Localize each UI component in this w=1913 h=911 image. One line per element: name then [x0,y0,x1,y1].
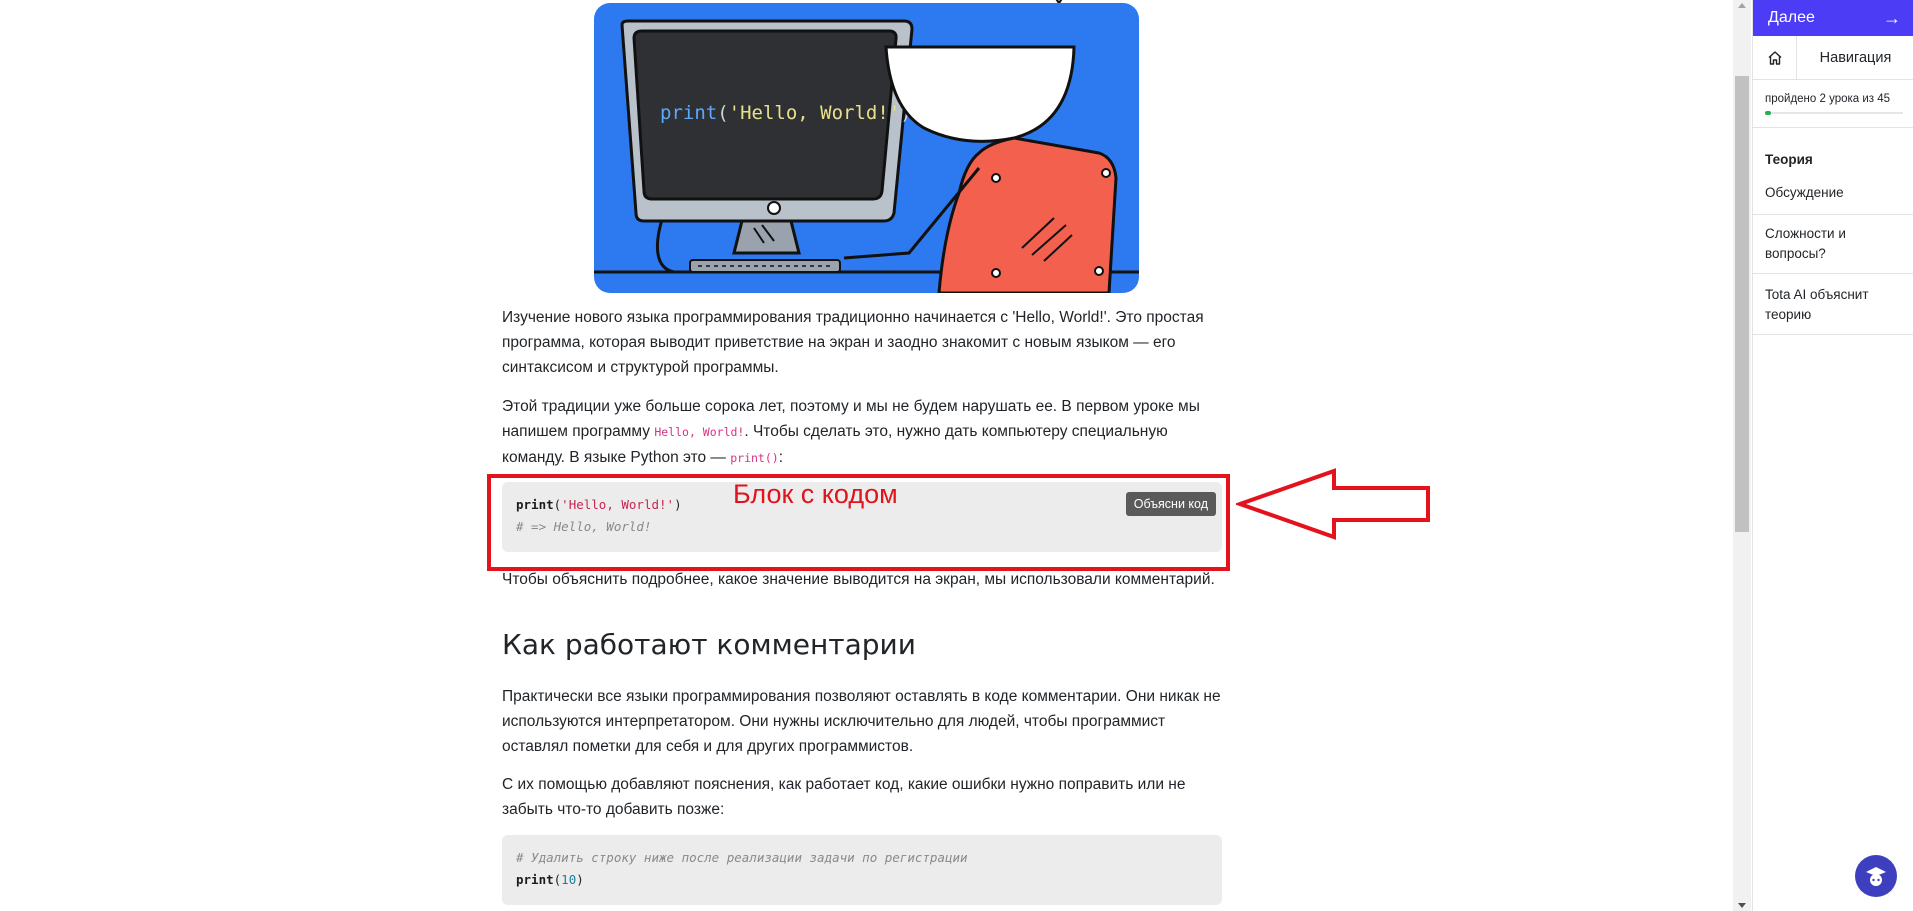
scroll-up-icon[interactable] [1738,3,1746,8]
intro-paragraph: Изучение нового языка программирования т… [502,309,1204,376]
scroll-down-icon[interactable] [1738,903,1746,908]
sidebar-item-ai-explain[interactable]: Tota AI объяснит теорию [1753,285,1883,325]
progress-bar [1765,111,1903,115]
svg-text:print('Hello, World!'): print('Hello, World!') [660,102,912,124]
arrow-right-icon: → [1883,7,1901,28]
sidebar-item-discussion[interactable]: Обсуждение [1753,183,1913,203]
home-button[interactable] [1753,36,1797,80]
sidebar-divider [1753,273,1913,274]
code-line: print(10) [516,872,584,887]
lesson-sidebar: Далее → Навигация пройдено 2 урока из 45… [1752,0,1913,911]
page-scrollbar[interactable] [1733,0,1751,911]
scrollbar-thumb[interactable] [1735,76,1749,532]
assistant-bot-icon [1866,867,1886,886]
progress-text: пройдено 2 урока из 45 [1765,93,1891,105]
sidebar-divider [1753,334,1913,335]
inline-code-print: print() [730,451,779,465]
assistant-bot-button[interactable] [1855,855,1897,897]
home-icon [1768,51,1781,65]
comments-paragraph: Практически все языки программирования п… [502,688,1221,755]
next-button-label: Далее [1768,9,1815,26]
sidebar-divider [1753,214,1913,215]
annotation-arrow-icon [1236,468,1430,540]
lesson-progress: пройдено 2 урока из 45 [1753,80,1913,128]
screen-code-fn: print [660,102,717,124]
hero-illustration: print('Hello, World!') [594,3,1139,293]
sidebar-item-questions[interactable]: Сложности и вопросы? [1753,224,1883,264]
sidebar-nav-row: Навигация [1753,36,1913,80]
progress-bar-fill [1765,111,1772,115]
annotation-label: Блок с кодом [733,479,898,509]
navigation-button[interactable]: Навигация [1797,36,1913,79]
code-block-comment-example: # Удалить строку ниже после реализации з… [502,835,1222,905]
usage-paragraph: С их помощью добавляют пояснения, как ра… [502,776,1186,818]
inline-code-hello: Hello, World! [654,425,745,439]
sidebar-item-theory[interactable]: Теория [1753,150,1913,170]
tradition-paragraph: Этой традиции уже больше сорока лет, поэ… [502,398,1200,466]
code-comment: # Удалить строку ниже после реализации з… [516,850,968,865]
next-lesson-button[interactable]: Далее → [1753,0,1913,36]
section-heading: Как работают комментарии [502,628,916,661]
